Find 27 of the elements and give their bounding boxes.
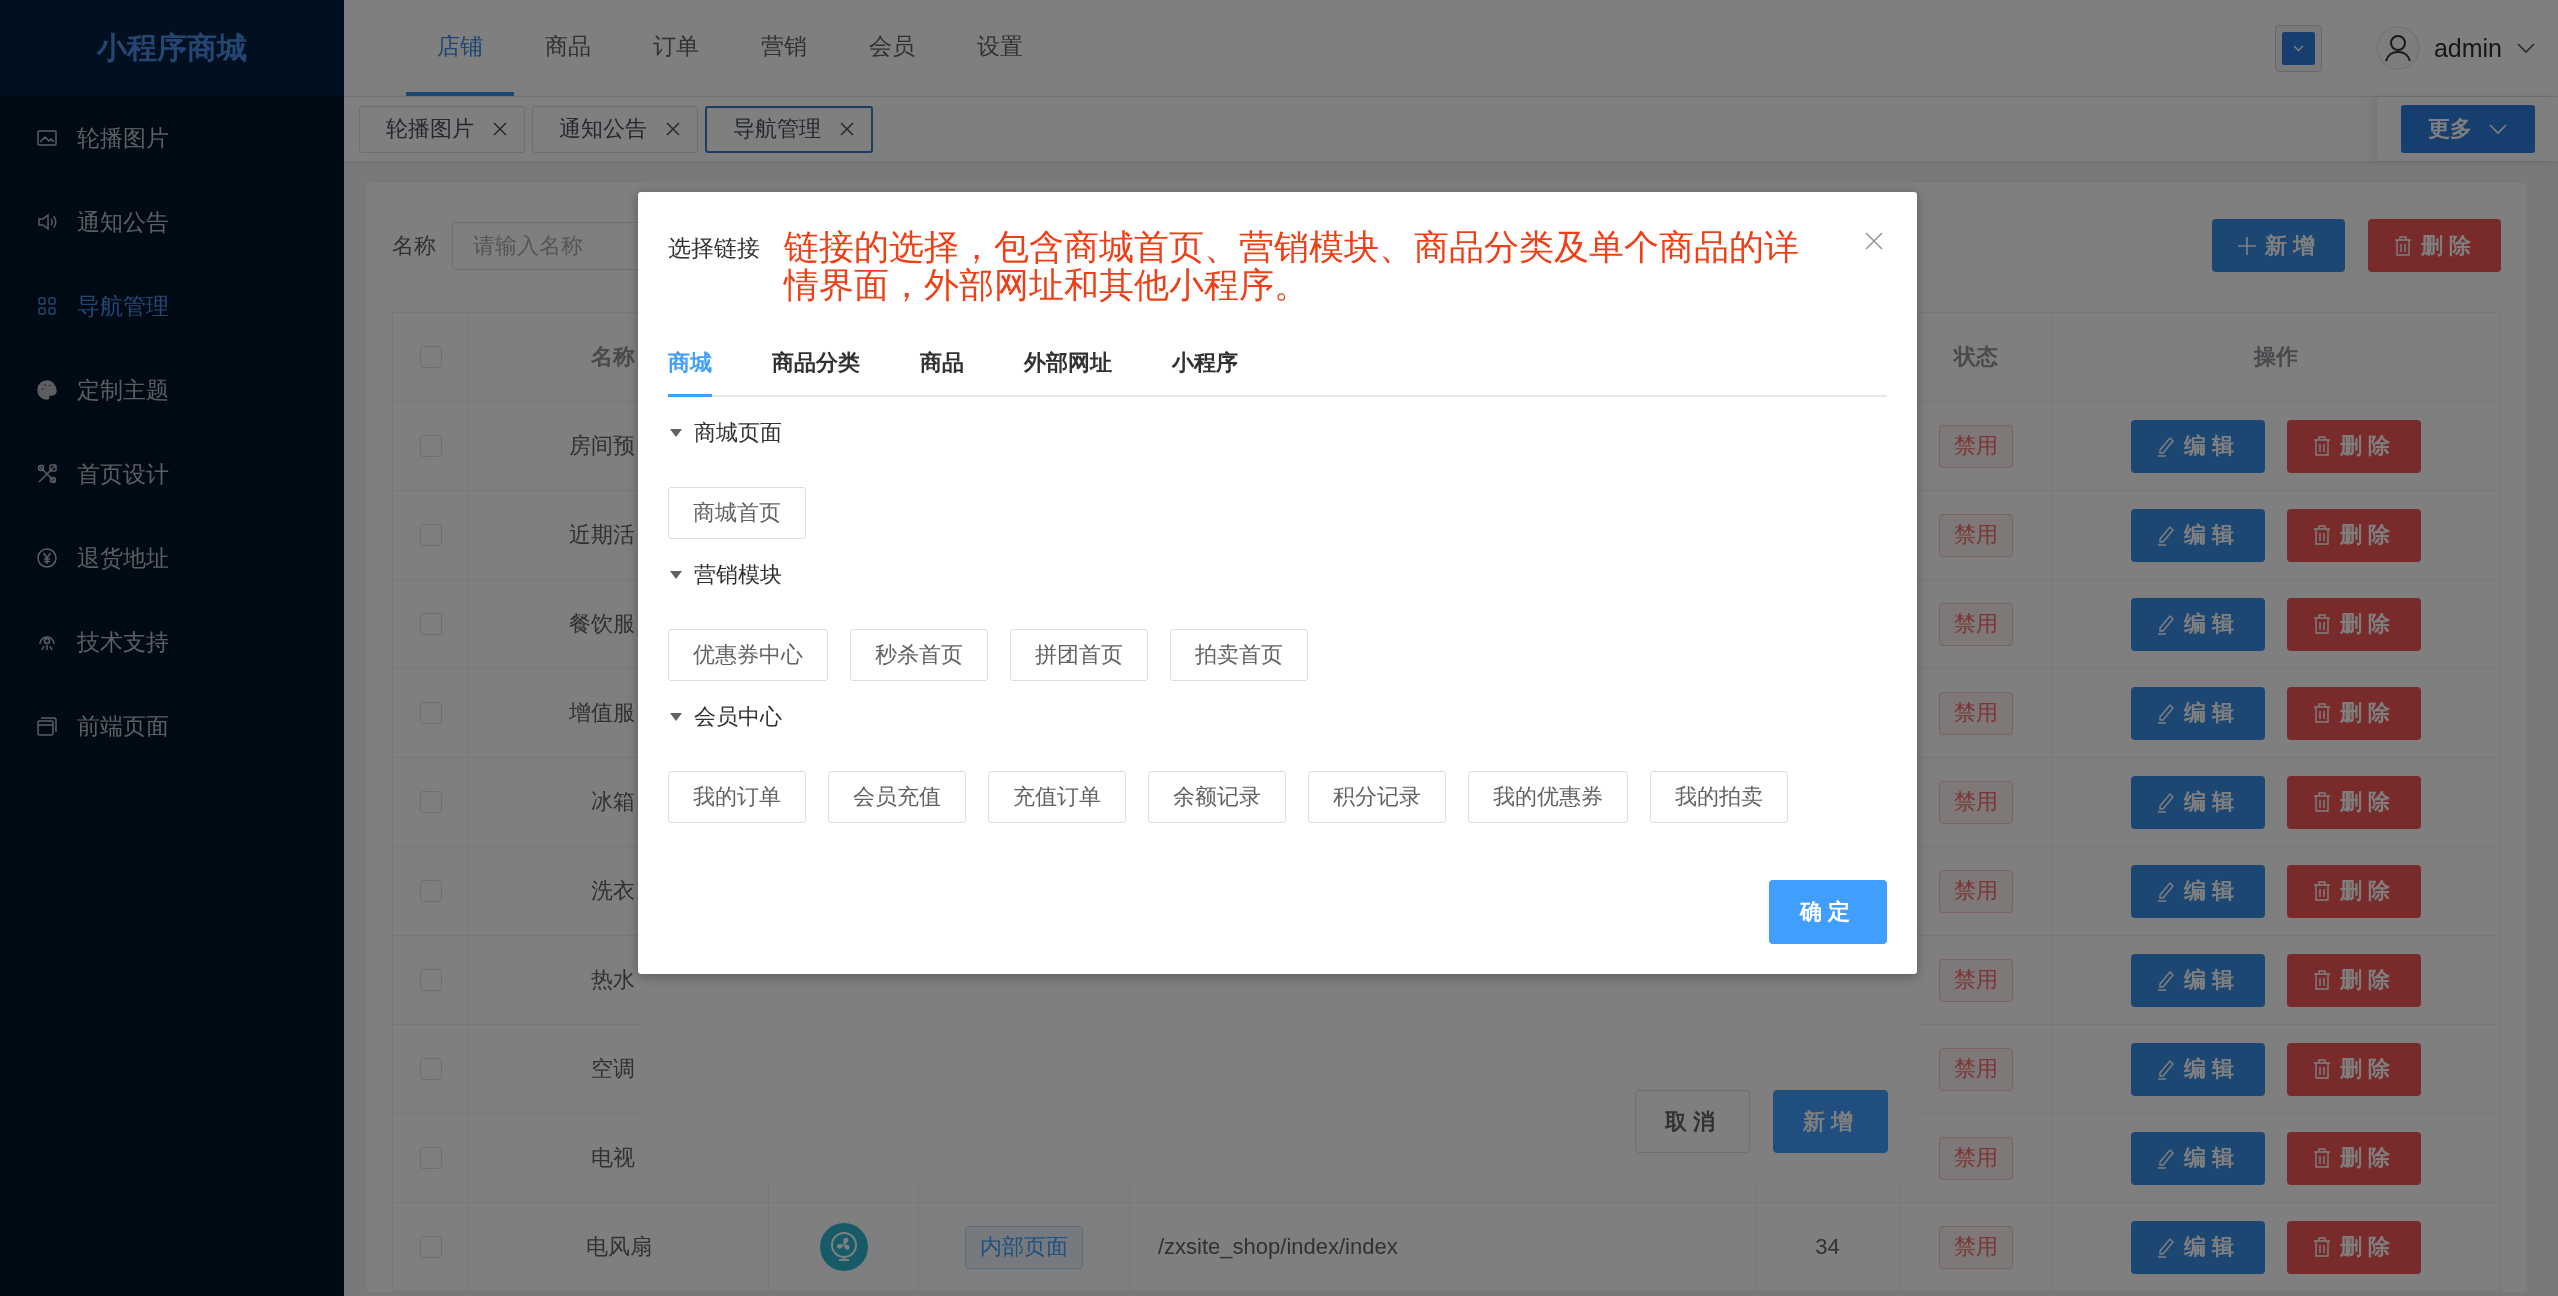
table-cell-text: 洗衣 <box>591 877 635 905</box>
type-tag: 内部页面 <box>965 1225 1083 1269</box>
status-tag: 禁用 <box>1938 602 2013 646</box>
dialog-title: 选择链接 <box>668 234 760 263</box>
table-cell: /zxsite_shop/index/index <box>1158 1234 1398 1260</box>
table-cell-text: 房间预 <box>569 432 635 460</box>
status-tag: 禁用 <box>1938 1047 2013 1091</box>
status-tag: 禁用 <box>1938 424 2013 468</box>
table-cell-text: 热水 <box>591 966 635 994</box>
table-cell-text: 增值服 <box>569 699 635 727</box>
status-tag: 禁用 <box>1938 691 2013 735</box>
status-tag: 禁用 <box>1938 513 2013 557</box>
table-cell-text: 电风扇 <box>585 1233 652 1261</box>
status-tag: 禁用 <box>1938 869 2013 913</box>
status-tag: 禁用 <box>1938 780 2013 824</box>
status-tag: 禁用 <box>1938 958 2013 1002</box>
table-cell-text: 近期活 <box>569 521 635 549</box>
annotation-text: 链接的选择，包含商城首页、营销模块、商品分类及单个商品的详情界面，外部网址和其他小程序。 <box>784 228 1799 304</box>
table-cell-text: 空调 <box>591 1055 635 1083</box>
status-tag: 禁用 <box>1938 1225 2013 1269</box>
field-label: 名称 <box>392 231 436 260</box>
table-cell-text: 餐饮服 <box>569 610 635 638</box>
table-cell: 34 <box>1815 1234 1840 1260</box>
app-logo: 小程序商城 <box>0 0 344 96</box>
table-cell-text: 电视 <box>591 1144 635 1172</box>
status-tag: 禁用 <box>1938 1136 2013 1180</box>
table-cell-text: 冰箱 <box>591 788 635 816</box>
